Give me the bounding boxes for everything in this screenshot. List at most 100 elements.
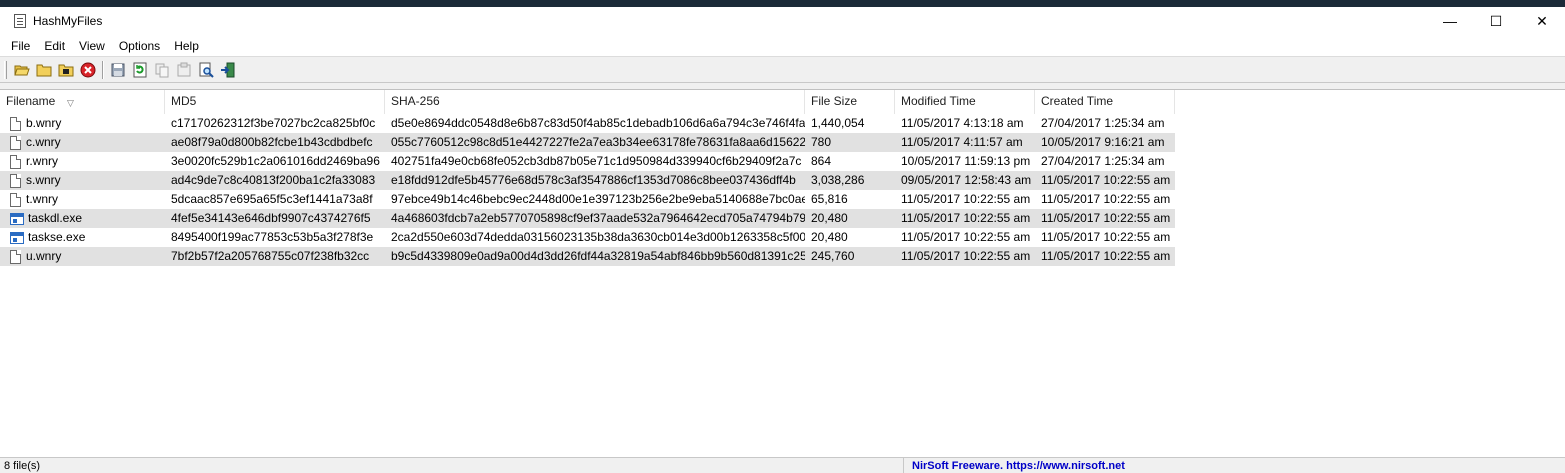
cell-created: 11/05/2017 10:22:55 am bbox=[1041, 173, 1171, 187]
cell-modified: 11/05/2017 4:11:57 am bbox=[901, 135, 1023, 149]
cell-sha256: 402751fa49e0cb68fe052cb3db87b05e71c1d950… bbox=[391, 154, 802, 168]
column-header-filename[interactable]: Filename ▽ bbox=[0, 90, 165, 114]
status-file-count: 8 file(s) bbox=[0, 457, 904, 473]
column-header-modified[interactable]: Modified Time bbox=[895, 90, 1035, 114]
cell-md5: c17170262312f3be7027bc2ca825bf0c bbox=[171, 116, 376, 130]
toolbar-grip[interactable] bbox=[4, 60, 7, 79]
executable-icon bbox=[10, 231, 24, 244]
exit-icon bbox=[221, 62, 235, 77]
cell-modified: 11/05/2017 10:22:55 am bbox=[901, 230, 1031, 244]
status-bar: 8 file(s) NirSoft Freeware. https://www.… bbox=[0, 457, 1565, 473]
open-folder-icon bbox=[36, 64, 52, 76]
cell-modified: 11/05/2017 10:22:55 am bbox=[901, 192, 1031, 206]
cell-sha256: e18fdd912dfe5b45776e68d578c3af3547886cf1… bbox=[391, 173, 796, 187]
cell-md5: ad4c9de7c8c40813f200ba1c2fa33083 bbox=[171, 173, 376, 187]
column-header-sha256[interactable]: SHA-256 bbox=[385, 90, 805, 114]
column-header-filename-label: Filename bbox=[6, 94, 56, 108]
cell-filesize: 780 bbox=[811, 135, 832, 149]
menu-edit[interactable]: Edit bbox=[37, 39, 72, 53]
file-icon bbox=[10, 154, 21, 169]
cell-modified: 11/05/2017 10:22:55 am bbox=[901, 211, 1031, 225]
refresh-button[interactable] bbox=[129, 59, 151, 81]
find-button[interactable] bbox=[195, 59, 217, 81]
cell-sha256: b9c5d4339809e0ad9a00d4d3dd26fdf44a32819a… bbox=[391, 249, 805, 263]
cell-sha256: 055c7760512c98c8d51e4427227fe2a7ea3b34ee… bbox=[391, 135, 805, 149]
cell-filename: r.wnry bbox=[0, 152, 165, 171]
stop-icon bbox=[80, 62, 96, 77]
list-body: b.wnry c17170262312f3be7027bc2ca825bf0c d5… bbox=[0, 114, 1565, 266]
properties-button[interactable] bbox=[173, 59, 195, 81]
menu-bar: File Edit View Options Help bbox=[0, 35, 1565, 57]
stop-button[interactable] bbox=[77, 59, 99, 81]
cell-filesize: 864 bbox=[811, 154, 832, 168]
menu-help[interactable]: Help bbox=[167, 39, 206, 53]
file-icon bbox=[10, 192, 21, 207]
title-bar[interactable]: HashMyFiles — ☐ ✕ bbox=[0, 7, 1565, 35]
cell-filename: taskse.exe bbox=[0, 228, 165, 247]
open-folder-button[interactable] bbox=[33, 59, 55, 81]
cell-md5: ae08f79a0d800b82fcbe1b43cdbdbefc bbox=[171, 135, 373, 149]
window-title: HashMyFiles bbox=[33, 14, 103, 28]
cell-sha256: 4a468603fdcb7a2eb5770705898cf9ef37aade53… bbox=[391, 211, 805, 225]
file-icon bbox=[10, 249, 21, 264]
cell-filename: b.wnry bbox=[0, 114, 165, 133]
table-row[interactable]: s.wnry ad4c9de7c8c40813f200ba1c2fa33083 e1… bbox=[0, 171, 1175, 190]
nirsoft-link[interactable]: NirSoft Freeware. https://www.nirsoft.ne… bbox=[904, 458, 1125, 473]
cell-filesize: 65,816 bbox=[811, 192, 848, 206]
maximize-button[interactable]: ☐ bbox=[1473, 7, 1519, 35]
table-row[interactable]: r.wnry 3e0020fc529b1c2a061016dd2469ba96 40… bbox=[0, 152, 1175, 171]
filename-text: u.wnry bbox=[26, 249, 62, 263]
table-row[interactable]: c.wnry ae08f79a0d800b82fcbe1b43cdbdbefc 05… bbox=[0, 133, 1175, 152]
cell-sha256: d5e0e8694ddc0548d8e6b87c83d50f4ab85c1deb… bbox=[391, 116, 805, 130]
menu-view[interactable]: View bbox=[72, 39, 112, 53]
cell-modified: 10/05/2017 11:59:13 pm bbox=[901, 154, 1031, 168]
file-icon bbox=[10, 135, 21, 150]
properties-icon bbox=[177, 62, 191, 76]
filename-text: s.wnry bbox=[26, 173, 61, 187]
sort-arrow-icon: ▽ bbox=[67, 98, 74, 108]
menu-options[interactable]: Options bbox=[112, 39, 167, 53]
column-header-filesize[interactable]: File Size bbox=[805, 90, 895, 114]
copy-button[interactable] bbox=[151, 59, 173, 81]
cell-sha256: 2ca2d550e603d74dedda03156023135b38da3630… bbox=[391, 230, 805, 244]
cell-created: 27/04/2017 1:25:34 am bbox=[1041, 116, 1165, 130]
cell-created: 11/05/2017 10:22:55 am bbox=[1041, 249, 1171, 263]
cell-created: 11/05/2017 10:22:55 am bbox=[1041, 230, 1171, 244]
cell-filesize: 20,480 bbox=[811, 230, 848, 244]
save-icon bbox=[111, 63, 125, 76]
open-files-icon bbox=[14, 65, 30, 75]
table-row[interactable]: taskse.exe 8495400f199ac77853c53b5a3f278f… bbox=[0, 228, 1175, 247]
minimize-button[interactable]: — bbox=[1427, 7, 1473, 35]
app-window: HashMyFiles — ☐ ✕ File Edit View Options… bbox=[0, 6, 1565, 473]
file-icon bbox=[10, 116, 21, 131]
menu-file[interactable]: File bbox=[4, 39, 37, 53]
file-list[interactable]: Filename ▽ MD5 SHA-256 File Size Modifie… bbox=[0, 89, 1565, 457]
open-files-button[interactable] bbox=[11, 59, 33, 81]
list-header: Filename ▽ MD5 SHA-256 File Size Modifie… bbox=[0, 90, 1565, 114]
find-icon bbox=[199, 62, 214, 78]
cell-filesize: 1,440,054 bbox=[811, 116, 865, 130]
close-button[interactable]: ✕ bbox=[1519, 7, 1565, 35]
file-icon bbox=[10, 173, 21, 188]
table-row[interactable]: t.wnry 5dcaac857e695a65f5c3ef1441a73a8f 97… bbox=[0, 190, 1175, 209]
cell-filename: t.wnry bbox=[0, 190, 165, 209]
table-row[interactable]: b.wnry c17170262312f3be7027bc2ca825bf0c d5… bbox=[0, 114, 1175, 133]
cell-md5: 8495400f199ac77853c53b5a3f278f3e bbox=[171, 230, 374, 244]
exit-button[interactable] bbox=[217, 59, 239, 81]
filename-text: r.wnry bbox=[26, 154, 59, 168]
cell-created: 27/04/2017 1:25:34 am bbox=[1041, 154, 1165, 168]
toolbar bbox=[0, 57, 1565, 83]
cell-modified: 09/05/2017 12:58:43 am bbox=[901, 173, 1032, 187]
table-row[interactable]: taskdl.exe 4fef5e34143e646dbf9907c4374276… bbox=[0, 209, 1175, 228]
window-controls: — ☐ ✕ bbox=[1427, 7, 1565, 35]
save-button[interactable] bbox=[107, 59, 129, 81]
app-icon bbox=[14, 14, 26, 28]
column-header-created[interactable]: Created Time bbox=[1035, 90, 1175, 114]
add-folder-button[interactable] bbox=[55, 59, 77, 81]
add-folder-icon bbox=[58, 64, 74, 76]
table-row[interactable]: u.wnry 7bf2b57f2a205768755c07f238fb32cc b9… bbox=[0, 247, 1175, 266]
filename-text: c.wnry bbox=[26, 135, 61, 149]
column-header-md5[interactable]: MD5 bbox=[165, 90, 385, 114]
cell-md5: 5dcaac857e695a65f5c3ef1441a73a8f bbox=[171, 192, 373, 206]
cell-created: 11/05/2017 10:22:55 am bbox=[1041, 211, 1171, 225]
